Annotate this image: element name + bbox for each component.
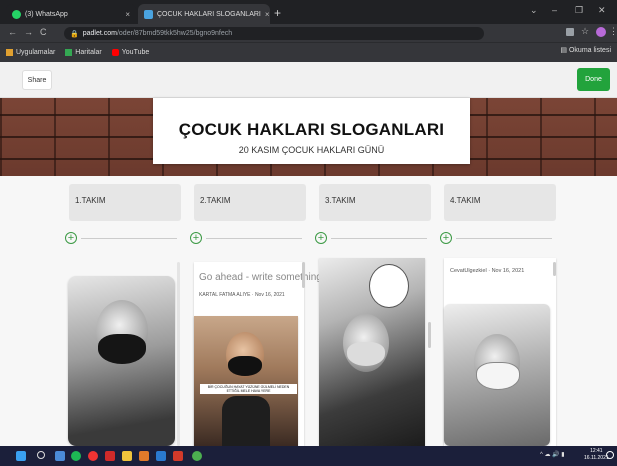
face-mask (228, 356, 262, 376)
whatsapp-icon (12, 9, 21, 19)
windows-start-icon[interactable] (16, 451, 26, 461)
face-mask (98, 334, 146, 364)
back-button[interactable]: ← (8, 27, 17, 37)
padlet-icon (144, 9, 153, 19)
bookmarks-bar: Uygulamalar Haritalar YouTube (0, 42, 617, 62)
tab-search-icon[interactable]: ⌄ (530, 5, 538, 16)
bookmark-apps[interactable]: Uygulamalar (6, 49, 55, 56)
new-tab-button[interactable]: + (274, 6, 281, 20)
add-post-row-2: + (190, 230, 302, 246)
share-button[interactable]: Share (22, 70, 52, 90)
column-header-2[interactable]: 2.TAKIM (194, 184, 306, 221)
task-view-icon[interactable] (55, 451, 65, 461)
post-photo-2[interactable] (194, 316, 298, 446)
add-post-button[interactable]: + (315, 232, 327, 244)
add-post-row-3: + (315, 230, 427, 246)
column-scrollbar[interactable] (177, 262, 180, 446)
bookmark-maps[interactable]: Haritalar (65, 49, 102, 56)
board-header: ÇOCUK HAKLARI SLOGANLARI 20 KASIM ÇOCUK … (153, 98, 470, 164)
jacket (222, 396, 270, 446)
speech-bubble (369, 264, 409, 308)
page-subtitle: 20 KASIM ÇOCUK HAKLARI GÜNÜ (238, 145, 385, 155)
divider (81, 237, 177, 239)
url-bar[interactable]: 🔒 padlet.com/oder/87bmd59tkk5hw25/bgno9n… (64, 27, 484, 40)
column-header-1[interactable]: 1.TAKIM (69, 184, 181, 221)
add-post-button[interactable]: + (190, 232, 202, 244)
divider (331, 237, 427, 239)
url-path: /oder/87bmd59tkk5hw25/bgno9nfech (116, 30, 233, 37)
add-post-button[interactable]: + (440, 232, 452, 244)
lock-icon: 🔒 (70, 30, 79, 38)
notification-icon[interactable] (606, 451, 614, 459)
divider (206, 237, 302, 239)
post-photo-1[interactable] (68, 276, 175, 446)
bookmark-youtube[interactable]: YouTube (111, 49, 149, 56)
post-author: CevatUlgezkiel · Nov 16, 2021 (450, 268, 525, 274)
add-post-row-4: + (440, 230, 552, 246)
post-scrollbar[interactable] (553, 262, 556, 276)
tab-whatsapp[interactable]: (3) WhatsApp × (6, 4, 136, 24)
column-header-3[interactable]: 3.TAKIM (319, 184, 431, 221)
bookmark-star-icon[interactable]: ☆ (581, 26, 589, 37)
minimize-button[interactable]: – (552, 5, 557, 15)
app-icon[interactable] (105, 451, 115, 461)
office-icon[interactable] (173, 451, 183, 461)
store-icon[interactable] (156, 451, 166, 461)
apps-icon (6, 49, 13, 56)
close-window-button[interactable]: ✕ (598, 5, 606, 16)
post-photo-3[interactable] (319, 258, 425, 446)
done-button[interactable]: Done (577, 68, 610, 91)
chrome-icon[interactable] (192, 451, 202, 461)
system-tray[interactable]: ^ ☁ 🔊 ▮ (540, 451, 565, 458)
search-icon[interactable] (37, 451, 45, 459)
url-host: padlet.com (82, 30, 117, 37)
menu-icon[interactable]: ⋮ (609, 26, 617, 37)
post-photo-4[interactable] (444, 304, 550, 446)
page-title: ÇOCUK HAKLARI SLOGANLARI (178, 120, 445, 139)
reading-list-button[interactable]: ▤ Okuma listesi (560, 46, 611, 54)
reading-list-icon: ▤ (560, 47, 569, 54)
file-explorer-icon[interactable] (122, 451, 132, 461)
face-mask (347, 342, 385, 366)
maximize-button[interactable]: ❐ (575, 5, 583, 16)
divider (456, 237, 552, 239)
clock-date: 16.11.2021 (584, 455, 609, 461)
reload-button[interactable]: C (40, 27, 47, 37)
close-tab-icon[interactable]: × (265, 10, 270, 19)
spotify-icon[interactable] (71, 451, 81, 461)
extensions-icon[interactable] (566, 28, 574, 36)
face-mask (476, 362, 520, 390)
column-header-4[interactable]: 4.TAKIM (444, 184, 556, 221)
profile-avatar[interactable] (596, 27, 606, 37)
post-scrollbar[interactable] (302, 262, 305, 288)
opera-icon[interactable] (88, 451, 98, 461)
post-caption: BİR ÇOCUĞUN HAYAT YÜZÜNE GÜLMELİ NEDEN E… (200, 384, 297, 394)
clock[interactable]: 12:41 16.11.2021 (584, 448, 609, 462)
padlet-toolbar (0, 62, 617, 98)
close-tab-icon[interactable]: × (125, 10, 130, 19)
forward-button[interactable]: → (24, 27, 33, 37)
maps-icon (65, 49, 73, 56)
tab-label: ÇOCUK HAKLARI SLOGANLARI (157, 10, 261, 18)
tab-padlet[interactable]: ÇOCUK HAKLARI SLOGANLARI × (138, 4, 270, 24)
post-author: KARTAL FATMA ALIYE · Nov 16, 2021 (199, 292, 285, 298)
column-scrollbar[interactable] (428, 322, 431, 348)
youtube-icon (111, 49, 119, 56)
paint-icon[interactable] (139, 451, 149, 461)
clock-time: 12:41 (590, 448, 603, 454)
add-post-button[interactable]: + (65, 232, 77, 244)
tab-label: (3) WhatsApp (25, 10, 68, 18)
add-post-row-1: + (65, 230, 177, 246)
